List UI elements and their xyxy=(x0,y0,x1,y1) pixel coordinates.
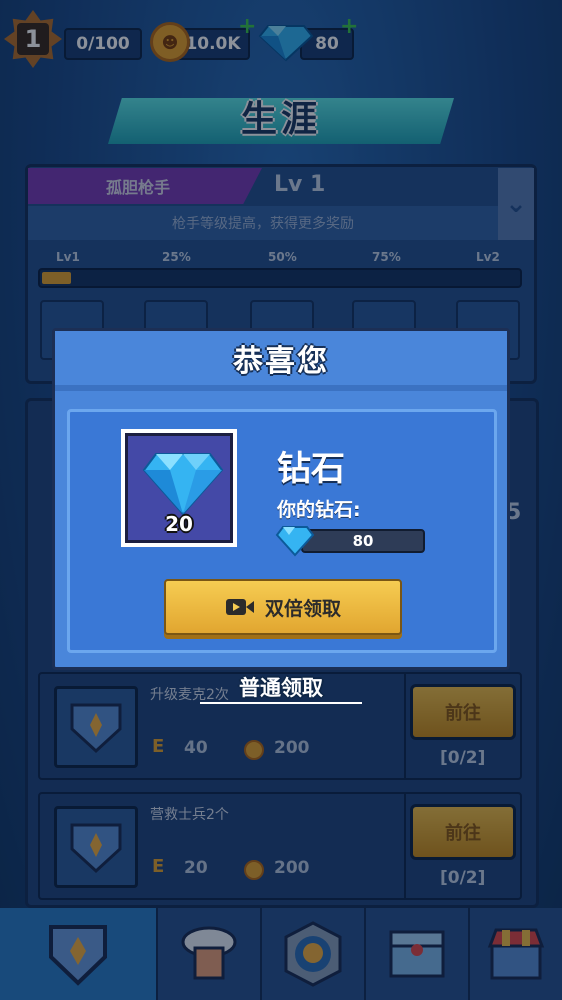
gem-balance-label: 你的钻石: xyxy=(277,499,361,521)
reward-item-name: 钻石 xyxy=(277,449,345,489)
reward-item: 20 xyxy=(125,433,233,543)
diamond-icon xyxy=(142,453,224,516)
reward-modal: 恭喜您 20 钻石 你的钻石: 80 双倍领取 xyxy=(52,328,510,670)
diamond-icon xyxy=(275,526,315,557)
reward-item-frame: 20 xyxy=(121,429,237,547)
double-claim-button[interactable]: 双倍领取 xyxy=(164,579,402,635)
normal-claim-link[interactable]: 普通领取 xyxy=(200,672,362,704)
modal-title: 恭喜您 xyxy=(55,331,507,391)
video-icon xyxy=(225,599,254,615)
double-claim-label: 双倍领取 xyxy=(264,597,341,620)
gem-balance-value: 80 xyxy=(301,529,425,553)
reward-item-count: 20 xyxy=(165,512,193,536)
